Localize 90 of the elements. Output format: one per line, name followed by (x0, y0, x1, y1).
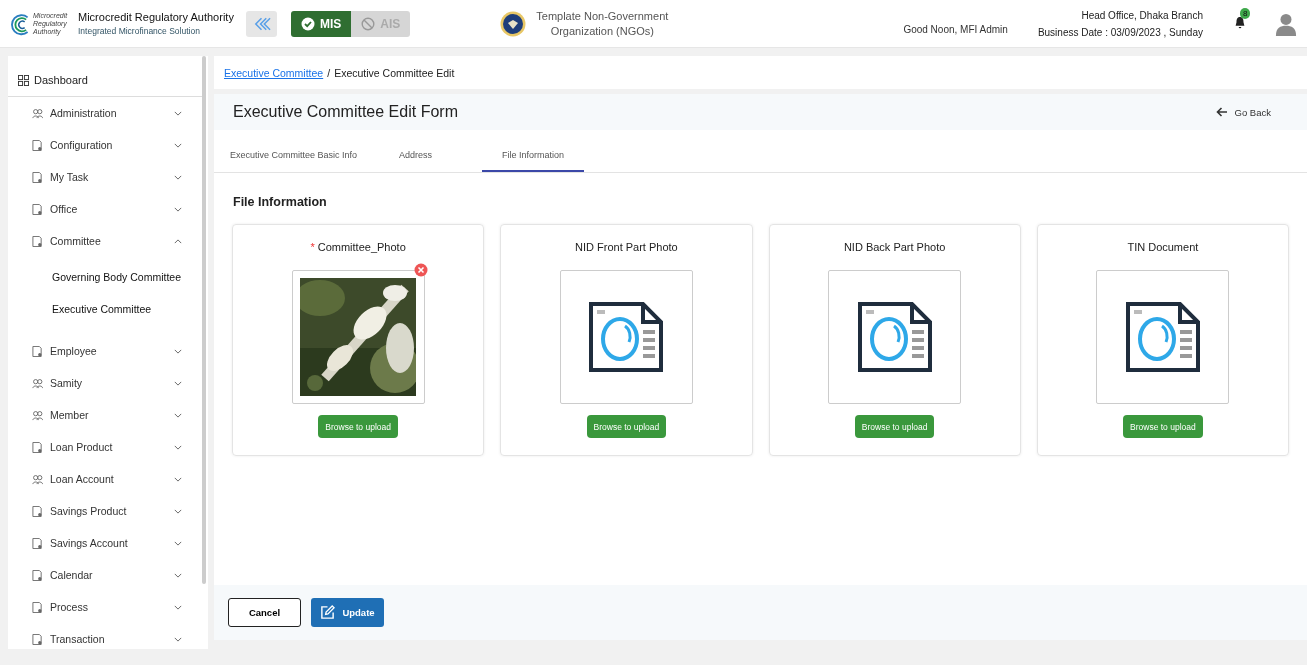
sidebar-item[interactable]: Employee (8, 335, 202, 367)
greeting-text: Good Noon, MFI Admin (903, 23, 1008, 35)
sidebar-item[interactable]: Loan Product (8, 431, 202, 463)
image-file-icon (857, 302, 932, 372)
go-back-button[interactable]: Go Back (1209, 105, 1277, 119)
browse-button[interactable]: Browse to upload (586, 415, 667, 438)
file-label: TIN Document (1127, 241, 1199, 253)
chevron-down-icon (174, 572, 182, 578)
sidebar-item[interactable]: Administration (8, 97, 202, 129)
breadcrumb-current: Executive Committee Edit (334, 66, 455, 79)
image-file-icon (589, 302, 664, 372)
organization-tagline: Integrated Microfinance Solution (78, 26, 201, 36)
document-icon (32, 139, 43, 151)
sidebar-item[interactable]: Process (8, 591, 202, 623)
form-tab[interactable]: File Information (482, 140, 585, 172)
sidebar-item[interactable]: Loan Account (8, 463, 202, 495)
document-icon (32, 203, 43, 215)
cancel-button[interactable]: Cancel (228, 598, 301, 627)
organization-name: Microcredit Regulatory Authority (78, 11, 234, 23)
sidebar-item[interactable]: My Task (8, 161, 202, 193)
form-title: Executive Committee Edit Form (233, 103, 458, 121)
sidebar-item[interactable]: Committee (8, 225, 202, 257)
document-icon (32, 537, 43, 549)
collapse-button[interactable] (245, 10, 277, 37)
chevron-down-icon (174, 540, 182, 546)
notification-badge: 8 (1240, 7, 1251, 19)
chevron-down-icon (174, 476, 182, 482)
check-circle-icon (300, 16, 315, 31)
file-label: Committee_Photo (317, 241, 406, 253)
sidebar-item[interactable]: Office (8, 193, 202, 225)
edit-icon (320, 605, 336, 620)
office-name: Head Office, Dhaka Branch (1081, 8, 1203, 23)
document-icon (32, 345, 43, 357)
seal-icon (500, 10, 527, 37)
sidebar-item[interactable]: Member (8, 399, 202, 431)
user-avatar-icon[interactable] (1275, 11, 1297, 36)
sidebar-item[interactable]: Transaction (8, 623, 202, 649)
breadcrumb-link[interactable]: Executive Committee (224, 66, 324, 79)
chevron-down-icon (174, 206, 182, 212)
people-icon (32, 473, 43, 485)
file-label: NID Back Part Photo (843, 241, 946, 253)
sidebar-item[interactable]: Configuration (8, 129, 202, 161)
chevron-down-icon (174, 636, 182, 642)
form-tab[interactable]: Executive Committee Basic Info (214, 140, 374, 172)
chevron-down-icon (174, 110, 182, 116)
document-icon (32, 441, 43, 453)
section-title: File Information (233, 195, 328, 209)
chevron-down-icon (174, 380, 182, 386)
document-icon (32, 601, 43, 613)
module-tab[interactable]: MIS (290, 10, 352, 37)
submenu-item[interactable]: Executive Committee (8, 293, 208, 325)
arrow-left-icon (1215, 107, 1228, 117)
image-file-icon (1125, 302, 1200, 372)
people-icon (32, 377, 43, 389)
document-icon (32, 569, 43, 581)
browse-button[interactable]: Browse to upload (1123, 415, 1203, 438)
browse-button[interactable]: Browse to upload (854, 415, 935, 438)
grid-icon (18, 74, 29, 86)
ngo-name: Template Non-Government (536, 8, 669, 24)
sidebar-item[interactable]: Savings Account (8, 527, 202, 559)
required-mark: * (310, 241, 315, 253)
chevron-down-icon (174, 174, 182, 180)
document-icon (32, 505, 43, 517)
scrollbar[interactable] (202, 56, 206, 584)
update-button[interactable]: Update (311, 598, 384, 627)
sidebar-item[interactable]: Savings Product (8, 495, 202, 527)
blocked-icon (361, 16, 376, 31)
ngo-name: Organization (NGOs) (550, 23, 654, 39)
document-icon (32, 171, 43, 183)
document-icon (32, 235, 43, 247)
chevron-down-icon (174, 508, 182, 514)
notification-bell-icon[interactable] (1233, 15, 1247, 30)
chevron-down-icon (174, 604, 182, 610)
browse-button[interactable]: Browse to upload (318, 415, 398, 438)
submenu-item[interactable]: Governing Body Committee (8, 261, 208, 293)
remove-icon[interactable] (413, 263, 428, 277)
chevron-down-icon (174, 142, 182, 148)
sidebar-item[interactable]: Samity (8, 367, 202, 399)
chevron-down-icon (174, 444, 182, 450)
people-icon (32, 409, 43, 421)
sidebar-item[interactable]: Calendar (8, 559, 202, 591)
form-tab[interactable]: Address (379, 140, 453, 172)
document-icon (32, 633, 43, 645)
business-date: Business Date : 03/09/2023 , Sunday (1037, 25, 1203, 40)
file-label: NID Front Part Photo (575, 241, 678, 253)
chevron-down-icon (174, 412, 182, 418)
breadcrumb-separator: / (327, 66, 331, 79)
chevron-up-icon (174, 238, 182, 244)
chevron-down-icon (174, 348, 182, 354)
people-icon (32, 107, 43, 119)
